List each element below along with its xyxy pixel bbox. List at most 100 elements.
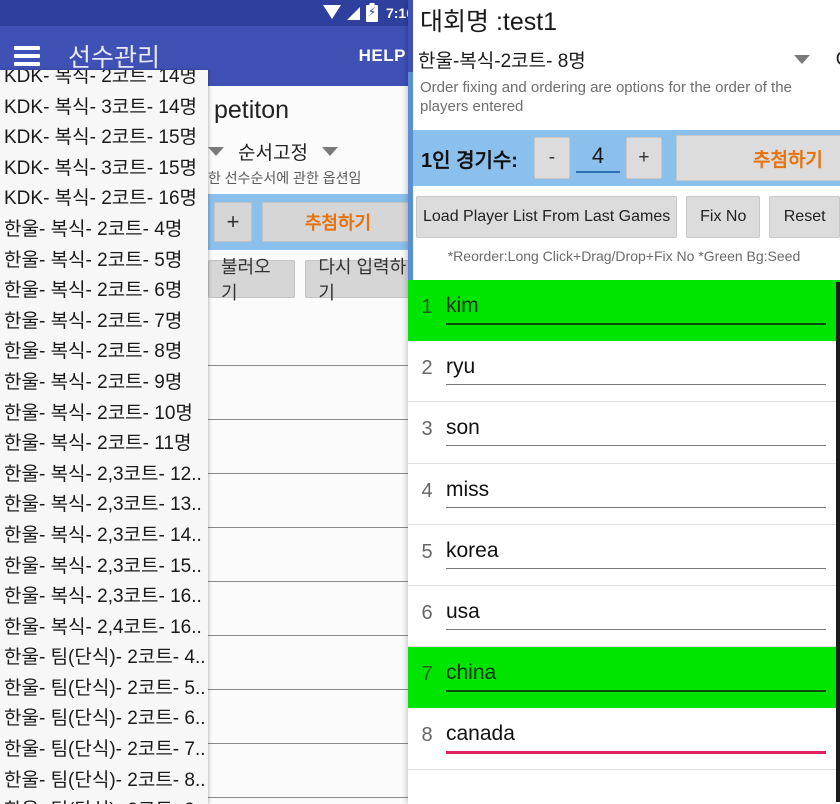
list-item	[208, 528, 420, 582]
draw-button[interactable]: 추첨하기	[675, 135, 840, 181]
list-item	[208, 366, 420, 420]
player-row[interactable]: 5 korea	[408, 524, 840, 586]
player-row[interactable]: 4 miss	[408, 463, 840, 525]
background-content-card: petiton 순서고정 한 선수순서에 관한 옵션임 + 추첨하기 불러오기 …	[208, 86, 420, 804]
dropdown-item[interactable]: 한울- 팀(단식)- 2코트- 8..	[0, 766, 208, 797]
games-per-player-label: 1인 경기수:	[421, 149, 518, 172]
player-number: 6	[421, 601, 433, 624]
player-name-field[interactable]: usa	[446, 586, 826, 630]
player-row[interactable]: 6 usa	[408, 585, 840, 648]
player-row[interactable]: 8 canada	[408, 708, 840, 770]
reset-button[interactable]: Reset	[769, 196, 840, 238]
dropdown-item[interactable]: 한울- 복식- 2,3코트- 14..	[0, 521, 208, 552]
background-heading: petiton	[214, 96, 290, 124]
player-name-field[interactable]: korea	[446, 525, 826, 569]
player-list[interactable]: 1 kim 2 ryu 3 son 4 miss 5 korea 6 usa 7 china 8 canada	[408, 280, 840, 804]
list-item	[208, 582, 420, 636]
action-button-row: Load Player List From Last Games Fix No …	[416, 196, 840, 238]
scrollbar[interactable]	[836, 282, 840, 802]
background-blue-bar: + 추첨하기	[208, 194, 420, 250]
dropdown-item[interactable]: 한울- 팀(단식)- 2코트- 7..	[0, 735, 208, 766]
player-name-value[interactable]: son	[446, 416, 826, 447]
order-note: Order fixing and ordering are options fo…	[420, 79, 792, 115]
dropdown-item[interactable]: 한울- 복식- 2,3코트- 15..	[0, 552, 208, 583]
chevron-down-icon[interactable]	[208, 147, 224, 156]
app-bar-title: 선수관리	[68, 44, 161, 72]
hamburger-menu-icon[interactable]	[14, 46, 40, 66]
dropdown-item[interactable]: 한울- 복식- 2,3코트- 13..	[0, 490, 208, 521]
dropdown-item[interactable]: 한울- 복식- 2,4코트- 16..	[0, 613, 208, 644]
status-bar: 7:16	[0, 0, 420, 26]
background-note: 한 선수순서에 관한 옵션임	[208, 170, 362, 186]
player-row[interactable]: 7 china	[408, 647, 840, 709]
help-button[interactable]: HELP	[359, 46, 406, 66]
dropdown-item[interactable]: 한울- 팀(단식)- 2코트- 4..	[0, 643, 208, 674]
dropdown-item[interactable]: 한울- 팀(단식)- 2코트- 6..	[0, 704, 208, 735]
player-name-value[interactable]: usa	[446, 600, 826, 630]
dropdown-item[interactable]: 한울- 복식- 2,3코트- 12..	[0, 460, 208, 491]
signal-icon	[346, 6, 360, 20]
dropdown-item[interactable]: 한울- 복식- 2코트- 11명	[0, 429, 208, 460]
dropdown-item[interactable]: KDK- 복식- 2코트- 15명	[0, 123, 208, 154]
dropdown-item[interactable]: 한울- 복식- 2코트- 6명	[0, 276, 208, 307]
player-name-value[interactable]: kim	[446, 294, 826, 325]
dropdown-item[interactable]: KDK- 복식- 2코트- 16명	[0, 184, 208, 215]
status-bar-icons: 7:16	[322, 4, 414, 22]
player-name-field[interactable]: miss	[446, 464, 826, 508]
player-row[interactable]: 1 kim	[408, 280, 840, 342]
dropdown-item[interactable]: 한울- 팀(단식)- 2코트- 5..	[0, 674, 208, 705]
list-item	[208, 636, 420, 690]
player-number: 3	[421, 418, 433, 441]
background-plus-button[interactable]: +	[214, 202, 252, 242]
player-name-value[interactable]: korea	[446, 539, 826, 569]
decrement-button[interactable]: -	[533, 137, 570, 179]
player-row[interactable]: 2 ryu	[408, 341, 840, 403]
app-screen: 7:16 선수관리 HELP petiton 순서고정 한 선수순서에 관한 옵…	[0, 0, 840, 804]
dropdown-item[interactable]: 한울- 복식- 2코트- 7명	[0, 307, 208, 338]
player-name-value[interactable]: miss	[446, 478, 826, 508]
player-number: 1	[421, 296, 433, 318]
player-name-field[interactable]: china	[446, 647, 826, 693]
player-name-field[interactable]: son	[446, 402, 826, 447]
increment-button[interactable]: +	[625, 137, 662, 179]
battery-charging-icon	[365, 4, 378, 22]
background-button-row: 불러오기 다시 입력하기	[208, 257, 420, 303]
list-item	[208, 474, 420, 528]
background-app-panel: 7:16 선수관리 HELP petiton 순서고정 한 선수순서에 관한 옵…	[0, 0, 420, 804]
player-name-value[interactable]: ryu	[446, 355, 826, 386]
fix-no-button[interactable]: Fix No	[686, 196, 761, 238]
player-row[interactable]: 3 son	[408, 402, 840, 464]
chevron-down-icon[interactable]	[793, 55, 810, 64]
dropdown-item[interactable]: KDK- 복식- 2코트- 14명	[0, 70, 208, 93]
order-select[interactable]: ORDER..	[836, 49, 840, 71]
dropdown-item[interactable]: 한울- 복식- 2코트- 8명	[0, 337, 208, 368]
dropdown-item[interactable]: KDK- 복식- 3코트- 15명	[0, 154, 208, 185]
games-per-player-value[interactable]: 4	[575, 143, 620, 173]
player-name-value[interactable]: canada	[446, 722, 826, 755]
player-number: 7	[421, 663, 433, 686]
player-name-field[interactable]: ryu	[446, 341, 826, 386]
player-name-field[interactable]: kim	[446, 280, 826, 325]
list-item	[208, 312, 420, 366]
dropdown-item[interactable]: 한울- 복식- 2,3코트- 16..	[0, 582, 208, 613]
player-name-value[interactable]: china	[446, 661, 826, 693]
load-player-list-button[interactable]: Load Player List From Last Games	[416, 196, 678, 238]
background-load-button[interactable]: 불러오기	[208, 257, 296, 303]
player-number: 8	[421, 724, 433, 747]
player-management-panel: 대회명 :test1 한울-복식-2코트- 8명 ORDER.. Order f…	[408, 0, 840, 804]
dropdown-item[interactable]: 한울- 복식- 2코트- 9명	[0, 368, 208, 399]
dropdown-item[interactable]: 한울- 복식- 2코트- 4명	[0, 215, 208, 246]
background-order-select[interactable]: 순서고정	[238, 138, 308, 165]
dropdown-item[interactable]: 한울- 복식- 2코트- 10명	[0, 399, 208, 430]
chevron-down-icon[interactable]	[321, 147, 338, 156]
dropdown-item[interactable]: KDK- 복식- 3코트- 14명	[0, 93, 208, 124]
player-number: 4	[421, 479, 433, 502]
game-type-select[interactable]: 한울-복식-2코트- 8명	[418, 46, 586, 73]
list-item	[208, 744, 420, 798]
background-draw-button[interactable]: 추첨하기	[262, 202, 414, 242]
background-reenter-button[interactable]: 다시 입력하기	[305, 257, 420, 303]
dropdown-item[interactable]: 한울- 팀(단식)- 2코트- 9..	[0, 796, 208, 804]
dropdown-item[interactable]: 한울- 복식- 2코트- 5명	[0, 246, 208, 277]
competition-dropdown-list[interactable]: KDK- 복식- 2코트- 14명 KDK- 복식- 3코트- 14명 KDK- 복…	[0, 70, 208, 804]
player-name-field[interactable]: canada	[446, 708, 826, 755]
